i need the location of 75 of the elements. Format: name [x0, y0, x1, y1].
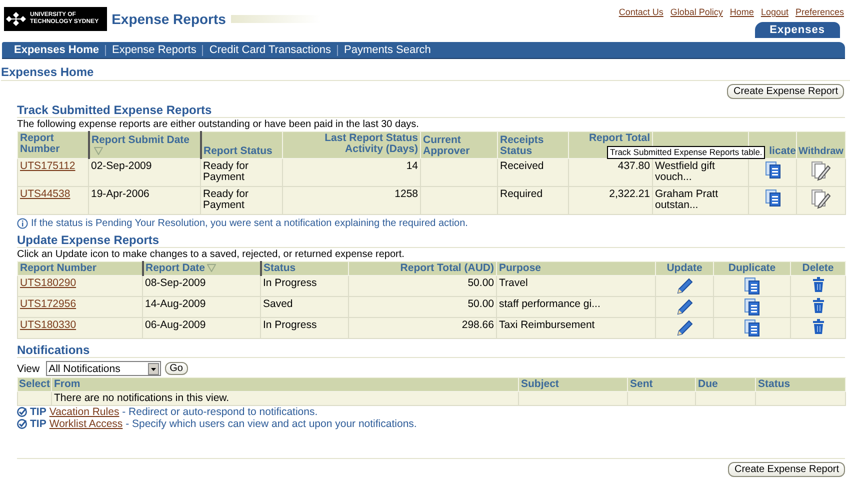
trash-icon[interactable] — [812, 277, 824, 292]
copy-icon[interactable] — [744, 319, 760, 337]
section-description: Click an Update icon to make changes to a saved, rejected, or returned expense report. — [17, 249, 406, 260]
view-label: View — [17, 362, 40, 374]
section-title: Update Expense Reports — [17, 229, 845, 248]
global-link[interactable]: Contact Us — [618, 7, 664, 17]
table-cell: Received — [500, 160, 544, 172]
table-cell: 14-Aug-2009 — [145, 298, 206, 310]
trash-icon[interactable] — [812, 298, 824, 313]
copy-icon[interactable] — [764, 161, 780, 179]
table-cell: Westfield gift vouch... — [655, 160, 715, 183]
page-title: Expenses Home — [1, 65, 850, 81]
table-cell: Ready for Payment — [203, 188, 249, 211]
table-cell: Ready for Payment — [203, 160, 249, 183]
table-cell: Graham Pratt outstan... — [655, 188, 718, 211]
create-report-button[interactable]: Create Expense Report — [728, 462, 845, 477]
table-cell: 2,322.21 — [609, 188, 650, 200]
table-cell: In Progress — [263, 277, 317, 289]
table-cell: 19-Apr-2006 — [91, 188, 150, 200]
check-circle-icon — [17, 407, 27, 417]
empty-message: There are no notifications in this view. — [54, 392, 230, 404]
nav-link[interactable]: Payments Search — [337, 44, 437, 56]
tip-link[interactable]: Vacation Rules — [49, 406, 120, 418]
table-cell: 298.66 — [462, 319, 494, 331]
table-cell: staff performance gi... — [499, 298, 600, 310]
info-icon — [17, 218, 28, 229]
table-cell: 50.00 — [468, 277, 494, 289]
app-title: Expense Reports — [112, 11, 226, 27]
column-header[interactable]: Report Total — [588, 133, 650, 144]
create-report-button[interactable]: Create Expense Report — [727, 84, 844, 99]
table-cell: 06-Aug-2009 — [145, 319, 206, 331]
section-title: Notifications — [17, 339, 845, 358]
pencil-icon[interactable] — [676, 277, 693, 295]
copy-icon[interactable] — [764, 189, 780, 207]
pencil-icon[interactable] — [676, 298, 693, 316]
section-title: Track Submitted Expense Reports — [17, 99, 845, 118]
view-dropdown[interactable]: All Notifications — [46, 361, 161, 376]
tooltip: Track Submitted Expense Reports table. — [607, 146, 766, 159]
table-cell: 02-Sep-2009 — [91, 160, 152, 172]
copy-icon[interactable] — [744, 298, 760, 316]
go-button[interactable]: Go — [164, 362, 188, 375]
table-cell: 437.80 — [618, 160, 650, 172]
tip-text: - Redirect or auto-respond to notifications. — [121, 406, 318, 418]
section-description: The following expense reports are either outstanding or have been paid in the last 30 days. — [17, 119, 420, 130]
column-header[interactable]: Select — [19, 379, 50, 390]
global-link[interactable]: Logout — [760, 7, 788, 17]
global-link[interactable]: Preferences — [795, 7, 844, 17]
table-cell: In Progress — [263, 319, 317, 331]
table-cell: Required — [500, 188, 543, 200]
tab[interactable]: Expenses — [754, 22, 840, 38]
nav-link[interactable]: Expense Reports — [104, 44, 202, 56]
crest-icon — [6, 11, 26, 27]
column-header[interactable]: From — [54, 379, 80, 390]
tip-label: TIP — [30, 406, 46, 418]
check-circle-icon — [17, 419, 27, 429]
tip-link[interactable]: Worklist Access — [49, 418, 123, 430]
nav-link[interactable]: Credit Card Transactions — [202, 44, 338, 56]
trash-icon[interactable] — [812, 319, 824, 334]
table-cell: Saved — [263, 298, 293, 310]
tip-text: - Specify which users can view and act upon your notifications. — [124, 418, 417, 430]
tip-label: TIP — [30, 418, 46, 430]
copy-icon[interactable] — [744, 277, 760, 295]
pages-pencil-icon[interactable] — [811, 189, 831, 209]
table-cell: 1258 — [394, 188, 418, 200]
info-message: If the status is Pending Your Resolution, you were sent a notification explaining the required action. — [31, 218, 468, 229]
pages-pencil-icon[interactable] — [811, 161, 831, 181]
pencil-icon[interactable] — [676, 319, 693, 337]
table-cell: Taxi Reimbursement — [499, 319, 595, 331]
nav-link[interactable]: Expenses Home — [8, 44, 105, 56]
table-cell: Travel — [499, 277, 528, 289]
table-cell: 50.00 — [468, 298, 494, 310]
global-link[interactable]: Global Policy — [670, 7, 723, 17]
global-link[interactable]: Home — [730, 7, 754, 17]
table-cell: 08-Sep-2009 — [145, 277, 206, 289]
table-cell: 14 — [406, 160, 418, 172]
